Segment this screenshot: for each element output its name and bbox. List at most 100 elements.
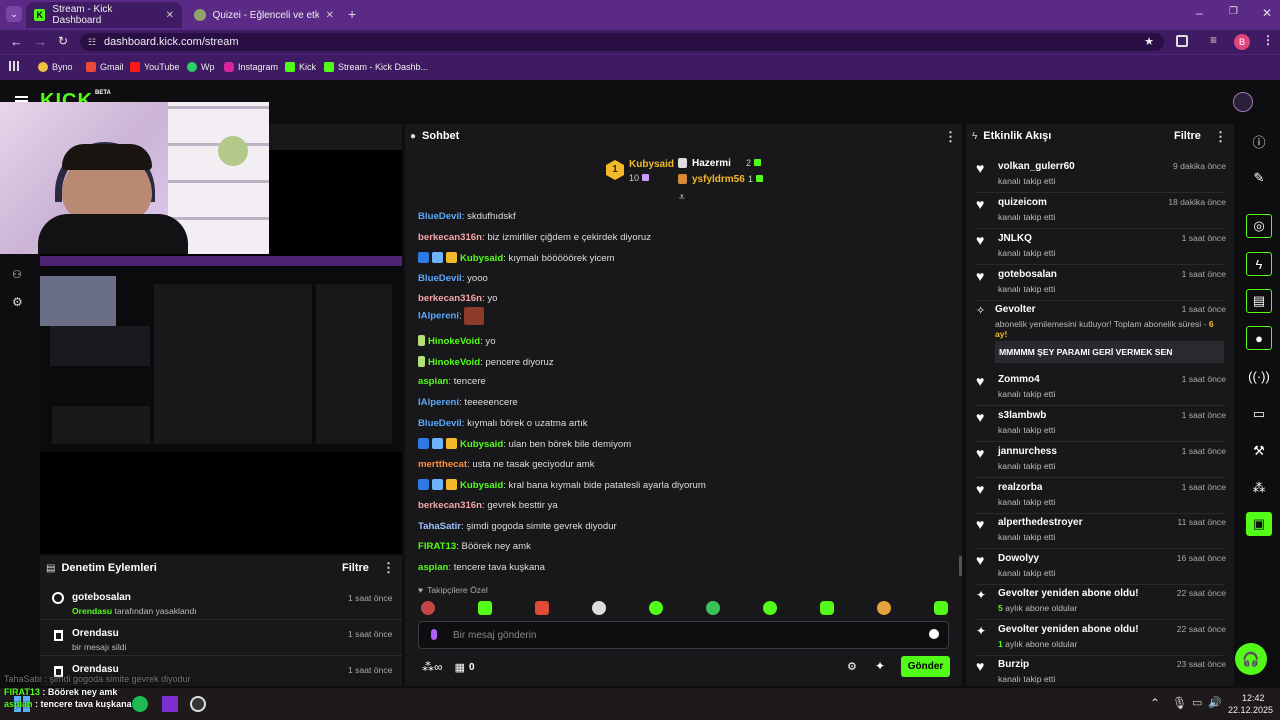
chat-username[interactable]: IAlpereni (418, 311, 459, 322)
microphone-icon[interactable] (431, 629, 437, 640)
chat-username[interactable]: Kubysaid (460, 480, 503, 491)
chat-username[interactable]: BlueDevil (418, 273, 462, 284)
edit-icon[interactable]: ✎ (1246, 166, 1272, 190)
chat-username[interactable]: HinokeVoid (428, 357, 480, 368)
chat-username[interactable]: aspian (418, 376, 448, 387)
close-tab-icon[interactable]: ✕ (326, 10, 334, 21)
rewards-icon[interactable]: ⁂ (1246, 476, 1272, 500)
activity-menu-icon[interactable]: ⋮ (1214, 129, 1227, 145)
moderation-item[interactable]: Orendasu bir mesajı sildi 1 saat önce (40, 622, 402, 656)
activity-item[interactable]: ♥ Burzip 23 saat önce kanalı takip etti (976, 658, 1226, 691)
chat-message[interactable]: mertthecat: usta ne tasak geciyodur amk (418, 459, 595, 470)
chat-message[interactable]: Kubysaid: ulan ben börek bile demiyom (418, 438, 631, 450)
store-icon[interactable]: ▦ (455, 661, 465, 674)
bookmark-byno[interactable]: Byno (38, 62, 73, 72)
activity-item[interactable]: ♥ JNLKQ 1 saat önce kanalı takip etti (976, 232, 1226, 265)
activity-username[interactable]: Gevolter yeniden abone oldu! (998, 624, 1139, 635)
activity-username[interactable]: gotebosalan (998, 269, 1057, 280)
activity-toggle-icon[interactable]: ϟ (1246, 252, 1272, 276)
emoji-picker-icon[interactable] (929, 629, 939, 639)
back-icon[interactable]: ← (10, 34, 23, 49)
chat-message[interactable]: BlueDevil: kıymalı börek o uzatma artık (418, 418, 588, 429)
users-icon[interactable]: ⚇ (12, 268, 22, 281)
chat-username[interactable]: berkecan316n (418, 232, 482, 243)
chat-scrollbar[interactable] (959, 556, 962, 576)
tab-stream-dashboard[interactable]: K Stream - Kick Dashboard ✕ (26, 2, 182, 28)
tools-icon[interactable]: ⚒ (1246, 439, 1272, 463)
activity-item[interactable]: ♥ alperthedestroyer 11 saat önce kanalı tak… (976, 516, 1226, 549)
emote-8[interactable] (820, 601, 834, 615)
activity-username[interactable]: quizeicom (998, 197, 1047, 208)
chat-username[interactable]: TahaSatir (418, 521, 461, 532)
activity-username[interactable]: volkan_gulerr60 (998, 161, 1075, 172)
chat-username[interactable]: Kubysaid (460, 253, 503, 264)
user-avatar[interactable] (1233, 92, 1253, 112)
mod-tools-icon[interactable]: ✦ (875, 659, 885, 673)
chat-username[interactable]: Kubysaid (460, 439, 503, 450)
emote-6[interactable] (706, 601, 720, 615)
stream-video[interactable] (40, 256, 402, 452)
subscription-activity[interactable]: ✧ Gevolter 1 saat önce abonelik yenilemesin… (976, 304, 1226, 366)
chat-message[interactable]: BlueDevil: yooo (418, 273, 488, 284)
tab-list-button[interactable]: ⌄ (6, 6, 22, 22)
activity-filter-button[interactable]: Filtre (1174, 130, 1201, 142)
bookmark-kick[interactable]: Kick (285, 62, 316, 72)
moderation-filter-button[interactable]: Filtre (342, 562, 369, 574)
activity-username[interactable]: s3lambwb (998, 410, 1046, 421)
chat-message[interactable]: TahaSatir: şimdi gogoda simite gevrek di… (418, 521, 617, 532)
close-tab-icon[interactable]: ✕ (166, 10, 174, 21)
activity-username[interactable]: Dowolyy (998, 553, 1039, 564)
bookmark-gmail[interactable]: Gmail (86, 62, 124, 72)
chat-message[interactable]: IAlpereni: (418, 307, 485, 325)
chat-username[interactable]: BlueDevil (418, 418, 462, 429)
media-control-icon[interactable]: ≡ (1210, 33, 1217, 47)
chat-username[interactable]: BlueDevil (418, 211, 462, 222)
bookmark-star-icon[interactable]: ★ (1144, 33, 1154, 51)
activity-item[interactable]: ♥ quizeicom 18 dakika önce kanalı takip ett… (976, 196, 1226, 229)
emote-7[interactable] (763, 601, 777, 615)
emote-9[interactable] (877, 601, 891, 615)
maximize-icon[interactable]: ❐ (1229, 6, 1238, 17)
moderation-menu-icon[interactable]: ⋮ (382, 560, 395, 576)
chat-message[interactable]: IAlpereni: teeeeencere (418, 397, 518, 408)
chat-message[interactable]: HinokeVoid: pencere diyoruz (418, 356, 554, 368)
chat-username[interactable]: FIRAT13 (418, 541, 456, 552)
clip-icon[interactable]: ◎ (1246, 214, 1272, 238)
chat-message[interactable]: FIRAT13: Böörek ney amk (418, 541, 531, 552)
chat-message[interactable]: BlueDevil: skdufhıdskf (418, 211, 516, 222)
activity-item[interactable]: ✦ Gevolter yeniden abone oldu! 22 saat önc… (976, 624, 1226, 656)
activity-username[interactable]: realzorba (998, 482, 1042, 493)
activity-username[interactable]: JNLKQ (998, 233, 1032, 244)
forward-icon[interactable]: → (34, 34, 47, 49)
chat-username[interactable]: HinokeVoid (428, 336, 480, 347)
chat-menu-icon[interactable]: ⋮ (944, 129, 957, 145)
close-window-icon[interactable]: ✕ (1262, 6, 1272, 20)
activity-username[interactable]: Gevolter (995, 304, 1036, 315)
chat-input-box[interactable]: Bir mesaj gönderin (418, 621, 949, 649)
activity-item[interactable]: ♥ s3lambwb 1 saat önce kanalı takip etti (976, 409, 1226, 442)
chat-username[interactable]: IAlpereni (418, 397, 459, 408)
chat-message[interactable]: HinokeVoid: yo (418, 335, 496, 347)
activity-username[interactable]: Burzip (998, 659, 1029, 670)
help-chat-button[interactable]: 🎧 (1235, 643, 1267, 675)
bookmark-wp[interactable]: Wp (187, 62, 215, 72)
bookmark-stream-dashboard[interactable]: Stream - Kick Dashb... (324, 62, 428, 72)
profile-avatar[interactable]: B (1234, 34, 1250, 50)
chat-message[interactable]: Kubysaid: kral bana kıymalı bide patates… (418, 479, 706, 491)
broadcast-icon[interactable]: ((·)) (1246, 364, 1272, 388)
activity-username[interactable]: jannurchess (998, 446, 1057, 457)
activity-item[interactable]: ♥ gotebosalan 1 saat önce kanalı takip etti (976, 268, 1226, 301)
moderation-item[interactable]: gotebosalan Orendasu tarafından yasaklan… (40, 586, 402, 620)
activity-item[interactable]: ♥ volkan_gulerr60 9 dakika önce kanalı taki… (976, 160, 1226, 193)
extensions-icon[interactable] (1176, 35, 1188, 47)
activity-item[interactable]: ♥ realzorba 1 saat önce kanalı takip etti (976, 481, 1226, 514)
chat-message[interactable]: berkecan316n: gevrek besttir ya (418, 500, 558, 511)
stream-info-icon[interactable]: ▭ (1246, 402, 1272, 426)
chat-message[interactable]: aspian: tencere (418, 376, 486, 387)
chat-message[interactable]: berkecan316n: biz izmirliler çiğdem e çe… (418, 232, 651, 243)
tray-chevron-icon[interactable]: ⌃ (1150, 696, 1160, 710)
emote-10[interactable] (934, 601, 948, 615)
chat-message[interactable]: berkecan316n: yo (418, 293, 497, 304)
activity-username[interactable]: Zommo4 (998, 374, 1040, 385)
network-icon[interactable]: ▭ (1192, 696, 1202, 709)
